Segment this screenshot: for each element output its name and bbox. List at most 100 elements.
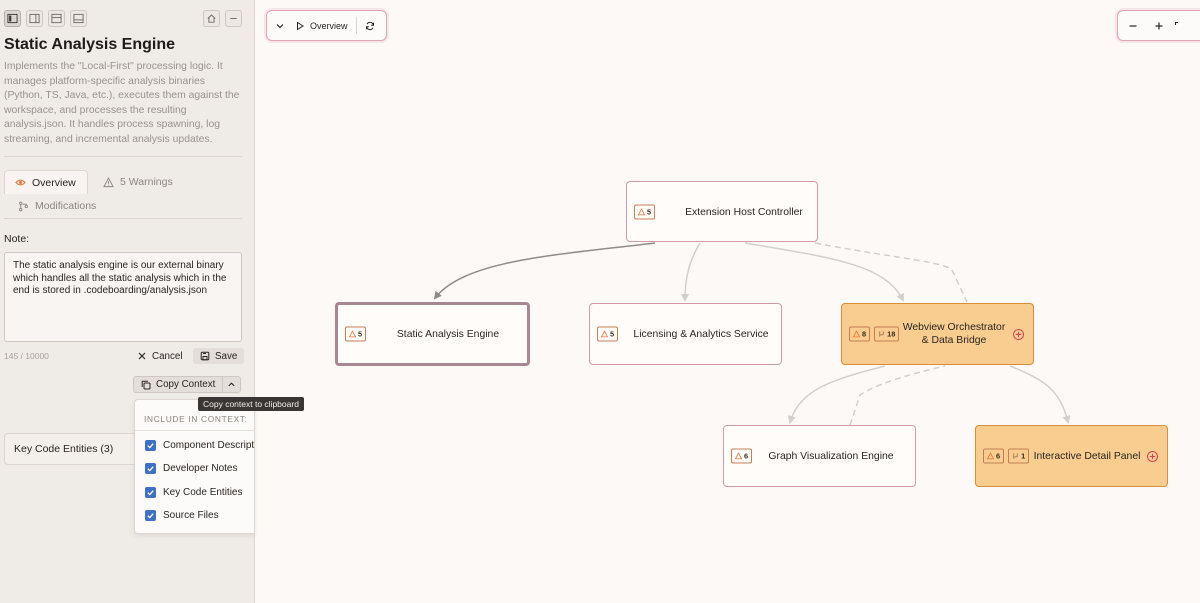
warning-icon: [601, 330, 608, 338]
checkbox-checked-icon[interactable]: [145, 487, 156, 498]
copy-context-label: Copy Context: [156, 379, 216, 390]
warning-count: 8: [862, 329, 867, 339]
node-badges: 6: [731, 448, 753, 464]
expand-icon: [1174, 21, 1178, 25]
layout-bottom-panel-icon[interactable]: [70, 10, 87, 27]
zoom-out-button[interactable]: [1118, 11, 1146, 40]
tab-warnings[interactable]: 5 Warnings: [93, 170, 183, 194]
copy-icon: [141, 380, 151, 389]
tab-overview[interactable]: Overview: [4, 170, 88, 194]
modification-count: 18: [887, 329, 896, 339]
expand-node-icon[interactable]: [1147, 451, 1158, 462]
overview-button[interactable]: Overview: [291, 11, 356, 40]
home-icon[interactable]: [203, 10, 220, 27]
node-graph-visualization-engine[interactable]: 6 Graph Visualization Engine: [723, 425, 916, 487]
modification-badge: 18: [874, 326, 900, 342]
note-textarea[interactable]: The static analysis engine is our extern…: [4, 252, 242, 342]
fit-view-button[interactable]: [1172, 11, 1186, 40]
cancel-button[interactable]: Cancel: [130, 348, 190, 364]
node-label-line: & Data Bridge: [921, 335, 987, 346]
context-options-menu: INCLUDE IN CONTEXT: Component Descript D…: [134, 399, 255, 534]
zoom-toolbar: [1117, 10, 1200, 41]
tab-modifications[interactable]: Modifications: [8, 194, 106, 218]
edge-ehc-wod: [744, 242, 904, 302]
character-count: 145 / 10000: [4, 351, 49, 361]
warning-icon: [853, 330, 860, 338]
checkbox-checked-icon[interactable]: [145, 463, 156, 474]
node-label: Graph Visualization Engine: [768, 451, 894, 462]
context-option-component-description[interactable]: Component Descript: [145, 440, 254, 451]
context-option-key-code-entities[interactable]: Key Code Entities: [145, 487, 243, 498]
node-interactive-detail-panel[interactable]: 6 1 Interactive Detail Panel: [975, 425, 1168, 487]
warning-badge: 5: [345, 326, 367, 342]
node-static-analysis-engine[interactable]: 5 Static Analysis Engine: [335, 302, 530, 366]
modification-badge: 1: [1008, 448, 1030, 464]
key-code-entities-label: Key Code Entities (3): [14, 443, 114, 455]
save-icon: [200, 351, 210, 361]
tab-warnings-label: 5 Warnings: [120, 176, 173, 188]
checkbox-checked-icon[interactable]: [145, 510, 156, 521]
edge-wod-ehc-dashed: [814, 242, 968, 303]
context-option-label: Source Files: [163, 510, 219, 521]
git-branch-icon: [879, 331, 884, 337]
context-option-label: Key Code Entities: [163, 487, 243, 498]
note-label: Note:: [4, 233, 30, 245]
expand-node-icon[interactable]: [1013, 329, 1024, 340]
node-badges: 8 18: [849, 326, 900, 342]
refresh-icon: [365, 21, 374, 30]
warning-icon: [349, 330, 356, 338]
warning-badge: 6: [983, 448, 1005, 464]
node-label: Webview Orchestrator & Data Bridge: [898, 321, 1010, 347]
node-badges: 5: [634, 204, 656, 219]
layout-top-panel-icon[interactable]: [48, 10, 65, 27]
overview-button-label: Overview: [310, 20, 348, 31]
minus-icon: [1129, 24, 1137, 27]
context-option-label: Developer Notes: [163, 463, 238, 474]
component-title: Static Analysis Engine: [4, 36, 176, 53]
copy-context-split-button: Copy Context: [133, 376, 242, 393]
graph-canvas[interactable]: Overview 5 Extension Host Controller 5 S…: [255, 0, 1200, 603]
play-icon: [297, 21, 304, 30]
close-icon: [138, 352, 146, 360]
warning-icon: [638, 208, 645, 215]
node-badges: 5: [597, 326, 619, 342]
node-label: Extension Host Controller: [685, 207, 803, 218]
node-licensing-analytics-service[interactable]: 5 Licensing & Analytics Service: [589, 303, 782, 365]
node-badges: 6 1: [983, 448, 1030, 464]
layout-left-panel-icon[interactable]: [4, 10, 21, 27]
context-option-source-files[interactable]: Source Files: [145, 510, 219, 521]
edge-ehc-sae: [433, 242, 656, 300]
layout-toolbar: [4, 10, 87, 27]
node-extension-host-controller[interactable]: 5 Extension Host Controller: [626, 181, 818, 242]
details-panel: Static Analysis Engine Implements the "L…: [0, 0, 255, 603]
copy-context-options-button[interactable]: [222, 377, 240, 392]
eye-icon: [15, 179, 26, 186]
chevron-up-icon: [228, 382, 235, 387]
node-label: Interactive Detail Panel: [1033, 451, 1141, 462]
warning-count: 5: [610, 329, 615, 339]
key-code-entities-section[interactable]: Key Code Entities (3): [4, 433, 136, 465]
edge-gve-wod-dashed: [849, 365, 946, 426]
zoom-in-button[interactable]: [1146, 11, 1172, 40]
checkbox-checked-icon[interactable]: [145, 440, 156, 451]
minimize-icon[interactable]: [225, 10, 242, 27]
node-label-line: Webview Orchestrator: [902, 322, 1006, 333]
cancel-button-label: Cancel: [152, 350, 183, 362]
warning-badge: 5: [634, 204, 656, 219]
modification-count: 1: [1021, 451, 1026, 461]
node-label: Licensing & Analytics Service: [633, 329, 769, 340]
divider: [4, 156, 242, 157]
warning-count: 6: [744, 451, 749, 461]
view-dropdown-button[interactable]: [267, 11, 291, 40]
context-option-developer-notes[interactable]: Developer Notes: [145, 463, 237, 474]
warning-badge: 6: [731, 448, 753, 464]
refresh-button[interactable]: [357, 11, 383, 40]
node-webview-orchestrator-data-bridge[interactable]: 8 18 Webview Orchestrator & Data Bridge: [841, 303, 1034, 365]
plus-icon: [1155, 22, 1163, 29]
layout-right-panel-icon[interactable]: [26, 10, 43, 27]
copy-context-button[interactable]: Copy Context: [134, 377, 222, 392]
save-button[interactable]: Save: [193, 348, 245, 364]
panel-actions: [203, 10, 242, 27]
warning-icon: [103, 176, 114, 187]
warning-count: 5: [647, 207, 652, 216]
